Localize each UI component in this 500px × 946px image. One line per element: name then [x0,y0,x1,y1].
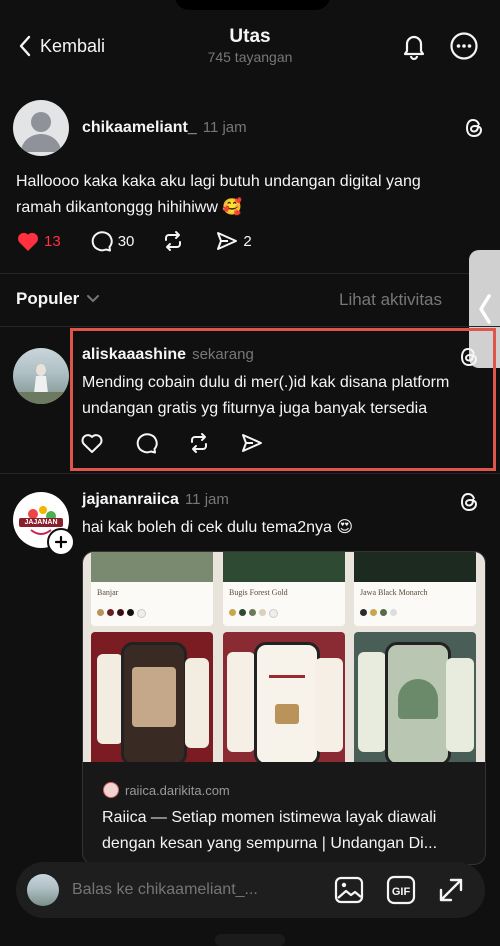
comment-button[interactable]: 30 [89,229,135,253]
like-count: 13 [44,232,61,250]
reply-composer: GIF [16,862,485,918]
threads-logo-icon [463,116,485,140]
comment-count: 30 [117,232,135,250]
theme-card: Jawa Black Monarch [354,552,476,626]
home-indicator [215,934,285,946]
share-button[interactable]: 2 [215,229,252,253]
site-favicon-icon [103,782,119,798]
op-timestamp: 11 jam [202,119,247,136]
op-username[interactable]: chikaameliant_ [82,119,197,137]
op-avatar[interactable] [13,100,69,156]
reply-avatar[interactable] [13,348,69,404]
bell-icon [398,30,430,62]
share-count: 2 [243,232,252,250]
expand-composer-button[interactable] [437,876,465,904]
highlight-box [70,328,496,471]
theme-name: Jawa Black Monarch [360,588,428,597]
heart-filled-icon [16,230,40,252]
color-swatches [97,609,213,618]
composer-avatar [27,874,59,906]
op-text: Halloooo kaka kaka aku lagi butuh undang… [16,173,421,216]
image-icon [334,876,364,904]
link-title: Raiica — Setiap momen istimewa layak dia… [102,809,438,852]
follow-button[interactable] [47,528,75,556]
mockup-preview [91,632,213,762]
mockup-preview [354,632,476,762]
color-swatches [229,609,345,618]
sort-dropdown[interactable]: Populer [16,289,100,309]
repost-icon [161,229,185,253]
expand-icon [437,876,465,904]
divider [0,326,500,327]
theme-card: Banjar [91,552,213,626]
notification-bell-button[interactable] [398,30,430,62]
like-button[interactable]: 13 [16,230,61,252]
image-picker-button[interactable] [334,876,364,904]
repost-button[interactable] [161,229,185,253]
sort-label: Populer [16,289,80,308]
threads-logo-icon [458,490,480,514]
more-options-button[interactable] [448,30,480,62]
mockup-preview [223,632,345,762]
gif-icon: GIF [386,875,416,905]
gif-picker-button[interactable]: GIF [386,875,416,905]
svg-text:GIF: GIF [392,886,411,898]
link-domain: raiica.darikita.com [125,782,230,798]
reply-input[interactable] [70,876,329,904]
divider [0,473,500,474]
reply-text: hai kak boleh di cek dulu tema2nya 😍 [82,519,354,536]
link-preview-card[interactable]: Banjar Bugis Forest Gold Jawa Black Mona… [82,551,486,865]
view-activity-link[interactable]: Lihat aktivitas [339,290,442,310]
send-icon [215,229,239,253]
more-icon [448,30,480,62]
theme-name: Banjar [97,588,119,597]
reply-timestamp: 11 jam [184,491,229,508]
chevron-down-icon [86,294,100,304]
comment-icon [89,229,113,253]
preview-image: Banjar Bugis Forest Gold Jawa Black Mona… [83,552,485,762]
color-swatches [360,609,476,616]
reply-username[interactable]: jajananraiica [82,491,179,509]
device-notch [175,0,330,10]
chevron-left-icon [478,294,492,324]
divider [0,273,500,274]
theme-card: Bugis Forest Gold [223,552,345,626]
plus-icon [54,535,68,549]
theme-name: Bugis Forest Gold [229,588,288,597]
avatar-badge-text: JAJANAN [24,519,58,526]
